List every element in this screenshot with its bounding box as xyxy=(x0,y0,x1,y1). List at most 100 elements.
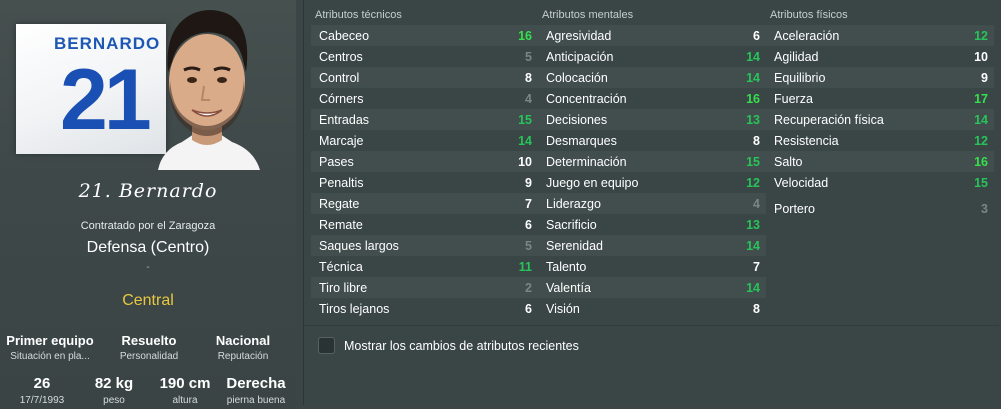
technical-attribute-row[interactable]: Marcaje 14 xyxy=(311,130,538,151)
mental-attribute-row[interactable]: Valentía 14 xyxy=(538,277,766,298)
section-divider xyxy=(304,325,999,326)
goalkeeper-attribute-row[interactable]: Portero 3 xyxy=(766,198,994,219)
mental-attribute-value: 8 xyxy=(753,301,760,316)
physical-attribute-row[interactable]: Salto 16 xyxy=(766,151,994,172)
technical-attribute-row[interactable]: Penaltis 9 xyxy=(311,172,538,193)
mental-attribute-label: Determinación xyxy=(546,154,627,169)
technical-attribute-row[interactable]: Técnica 11 xyxy=(311,256,538,277)
mental-attribute-row[interactable]: Serenidad 14 xyxy=(538,235,766,256)
mental-attribute-row[interactable]: Colocación 14 xyxy=(538,67,766,88)
height: 190 cm altura xyxy=(145,375,225,406)
mental-attribute-row[interactable]: Agresividad 6 xyxy=(538,25,766,46)
physical-attribute-label: Agilidad xyxy=(774,49,819,64)
physical-attribute-row[interactable]: Equilibrio 9 xyxy=(766,67,994,88)
physical-attribute-row[interactable]: Aceleración 12 xyxy=(766,25,994,46)
birth-date: 17/7/1993 xyxy=(19,395,65,406)
height-value: 190 cm xyxy=(159,375,211,392)
physical-attribute-value: 10 xyxy=(974,49,988,64)
mental-attribute-value: 12 xyxy=(746,175,760,190)
kit-shirt: BERNARDO 21 xyxy=(16,24,166,154)
mental-attribute-value: 14 xyxy=(746,49,760,64)
mental-attribute-value: 8 xyxy=(753,133,760,148)
physical-attribute-row[interactable]: Resistencia 12 xyxy=(766,130,994,151)
technical-attribute-row[interactable]: Pases 10 xyxy=(311,151,538,172)
technical-attribute-label: Cabeceo xyxy=(319,28,370,43)
mental-attribute-row[interactable]: Liderazgo 4 xyxy=(538,193,766,214)
technical-attribute-label: Técnica xyxy=(319,259,363,274)
physical-attribute-row[interactable]: Velocidad 15 xyxy=(766,172,994,193)
physical-attribute-value: 15 xyxy=(974,175,988,190)
physical-attribute-value: 14 xyxy=(974,112,988,127)
technical-attribute-row[interactable]: Córners 4 xyxy=(311,88,538,109)
mental-attribute-value: 14 xyxy=(746,70,760,85)
mental-attribute-value: 14 xyxy=(746,280,760,295)
player-portrait xyxy=(148,0,266,170)
technical-attributes-title: Atributos técnicos xyxy=(315,9,402,21)
technical-attribute-value: 6 xyxy=(525,217,532,232)
mental-attribute-label: Talento xyxy=(546,259,587,274)
mental-attribute-row[interactable]: Visión 8 xyxy=(538,298,766,319)
technical-attribute-row[interactable]: Tiros lejanos 6 xyxy=(311,298,538,319)
mental-attribute-label: Serenidad xyxy=(546,238,603,253)
mental-attribute-row[interactable]: Determinación 15 xyxy=(538,151,766,172)
technical-attribute-row[interactable]: Tiro libre 2 xyxy=(311,277,538,298)
mental-attribute-row[interactable]: Concentración 16 xyxy=(538,88,766,109)
technical-attribute-row[interactable]: Remate 6 xyxy=(311,214,538,235)
show-recent-changes-label: Mostrar los cambios de atributos recient… xyxy=(344,338,579,353)
physical-attribute-label: Fuerza xyxy=(774,91,813,106)
player-signature: 21. Bernardo xyxy=(78,180,218,202)
technical-attribute-label: Entradas xyxy=(319,112,370,127)
mental-attribute-value: 6 xyxy=(753,28,760,43)
physical-attribute-row[interactable]: Recuperación física 14 xyxy=(766,109,994,130)
technical-attribute-value: 6 xyxy=(525,301,532,316)
physical-attribute-row[interactable]: Fuerza 17 xyxy=(766,88,994,109)
mental-attribute-row[interactable]: Sacrificio 13 xyxy=(538,214,766,235)
mental-attribute-value: 7 xyxy=(753,259,760,274)
mental-attribute-value: 13 xyxy=(746,112,760,127)
squad-status: Primer equipo Situación en pla... xyxy=(2,333,98,362)
physical-attribute-row[interactable]: Agilidad 10 xyxy=(766,46,994,67)
technical-attribute-value: 9 xyxy=(525,175,532,190)
technical-attribute-row[interactable]: Control 8 xyxy=(311,67,538,88)
physical-attribute-value: 9 xyxy=(981,70,988,85)
mental-attribute-row[interactable]: Juego en equipo 12 xyxy=(538,172,766,193)
technical-attribute-label: Centros xyxy=(319,49,363,64)
physical-attribute-label: Salto xyxy=(774,154,803,169)
physical-attribute-label: Aceleración xyxy=(774,28,840,43)
mental-attribute-value: 16 xyxy=(746,91,760,106)
technical-attribute-label: Tiros lejanos xyxy=(319,301,390,316)
personality-label: Personalidad xyxy=(119,351,179,362)
goalkeeper-attribute-label: Portero xyxy=(774,201,815,216)
mental-attribute-label: Juego en equipo xyxy=(546,175,639,190)
technical-attribute-value: 14 xyxy=(518,133,532,148)
player-position: Defensa (Centro) xyxy=(86,239,210,256)
reputation-label: Reputación xyxy=(217,351,269,362)
technical-attribute-value: 5 xyxy=(525,238,532,253)
technical-attribute-row[interactable]: Cabeceo 16 xyxy=(311,25,538,46)
physical-attribute-value: 12 xyxy=(974,28,988,43)
technical-attribute-row[interactable]: Saques largos 5 xyxy=(311,235,538,256)
show-recent-changes-checkbox[interactable] xyxy=(318,337,335,354)
mental-attribute-row[interactable]: Decisiones 13 xyxy=(538,109,766,130)
mental-attribute-row[interactable]: Desmarques 8 xyxy=(538,130,766,151)
weight-label: peso xyxy=(103,395,125,406)
mental-attribute-row[interactable]: Anticipación 14 xyxy=(538,46,766,67)
reputation: Nacional Reputación xyxy=(194,333,292,362)
mental-attribute-label: Sacrificio xyxy=(546,217,597,232)
mental-attribute-row[interactable]: Talento 7 xyxy=(538,256,766,277)
technical-attribute-value: 2 xyxy=(525,280,532,295)
physical-attributes-title: Atributos físicos xyxy=(770,9,848,21)
technical-attribute-label: Córners xyxy=(319,91,364,106)
age-value: 26 xyxy=(33,375,51,392)
technical-attribute-value: 5 xyxy=(525,49,532,64)
technical-attribute-row[interactable]: Regate 7 xyxy=(311,193,538,214)
technical-attribute-label: Marcaje xyxy=(319,133,364,148)
mental-attribute-label: Decisiones xyxy=(546,112,608,127)
show-recent-changes-toggle[interactable]: Mostrar los cambios de atributos recient… xyxy=(318,337,579,354)
technical-attribute-row[interactable]: Entradas 15 xyxy=(311,109,538,130)
kit-name: BERNARDO xyxy=(54,34,161,53)
weight-value: 82 kg xyxy=(94,375,134,392)
technical-attribute-row[interactable]: Centros 5 xyxy=(311,46,538,67)
physical-attribute-label: Resistencia xyxy=(774,133,839,148)
mental-attribute-label: Valentía xyxy=(546,280,591,295)
